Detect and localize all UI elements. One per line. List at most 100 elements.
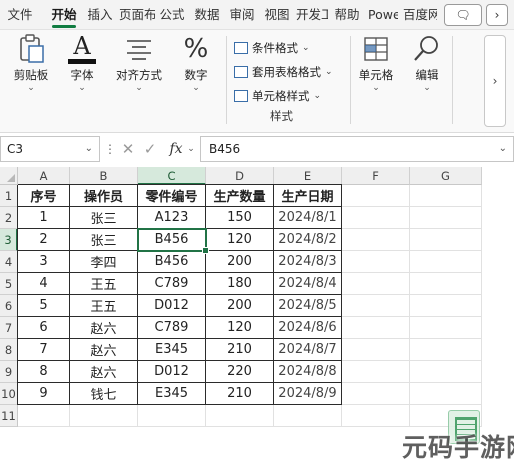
cell-b2[interactable]: 张三 [70, 207, 138, 229]
column-header-e[interactable]: E [274, 167, 342, 185]
expand-formula-icon[interactable]: ⌄ [499, 137, 507, 161]
cell-b6[interactable]: 王五 [70, 295, 138, 317]
cell-f10[interactable] [342, 383, 410, 405]
cell-d11[interactable] [206, 405, 274, 427]
cell-d1[interactable]: 生产数量 [206, 185, 274, 207]
cell-f8[interactable] [342, 339, 410, 361]
cell-e1[interactable]: 生产日期 [274, 185, 342, 207]
cell-g6[interactable] [410, 295, 482, 317]
cell-f3[interactable] [342, 229, 410, 251]
cell-e5[interactable]: 2024/8/4 [274, 273, 342, 295]
row-header-1[interactable]: 1 [0, 185, 18, 207]
cell-e4[interactable]: 2024/8/3 [274, 251, 342, 273]
cell-a4[interactable]: 3 [18, 251, 70, 273]
clipboard-group[interactable]: 剪贴板 ⌄ [8, 34, 54, 93]
cell-d5[interactable]: 180 [206, 273, 274, 295]
row-header-4[interactable]: 4 [0, 251, 18, 273]
cell-d3[interactable]: 120 [206, 229, 274, 251]
tab-developer[interactable]: 开发工具 [296, 0, 328, 30]
cell-c5[interactable]: C789 [138, 273, 206, 295]
row-header-11[interactable]: 11 [0, 405, 18, 427]
row-header-5[interactable]: 5 [0, 273, 18, 295]
drag-handle-icon[interactable]: ⋮ [104, 136, 116, 162]
cell-d7[interactable]: 120 [206, 317, 274, 339]
tab-power-pivot[interactable]: Power Pivot [368, 0, 398, 30]
cell-b10[interactable]: 钱七 [70, 383, 138, 405]
column-header-f[interactable]: F [342, 167, 410, 185]
cell-styles-button[interactable]: 单元格样式 ⌄ [234, 86, 321, 106]
row-header-6[interactable]: 6 [0, 295, 18, 317]
cells-group[interactable]: 单元格 ⌄ [354, 34, 398, 93]
cell-b1[interactable]: 操作员 [70, 185, 138, 207]
column-header-b[interactable]: B [70, 167, 138, 185]
cell-a2[interactable]: 1 [18, 207, 70, 229]
editing-group[interactable]: 编辑 ⌄ [406, 34, 448, 93]
tab-insert[interactable]: 插入 [84, 0, 116, 30]
cell-c2[interactable]: A123 [138, 207, 206, 229]
cell-e11[interactable] [274, 405, 342, 427]
tab-help[interactable]: 帮助 [331, 0, 363, 30]
cell-e10[interactable]: 2024/8/9 [274, 383, 342, 405]
cell-b8[interactable]: 赵六 [70, 339, 138, 361]
tab-scroll-right-button[interactable]: › [486, 4, 508, 26]
cell-c3[interactable]: B456 [138, 229, 206, 251]
row-header-3[interactable]: 3 [0, 229, 18, 251]
column-header-a[interactable]: A [18, 167, 70, 185]
name-box[interactable]: C3 ⌄ [0, 136, 100, 162]
cell-f5[interactable] [342, 273, 410, 295]
cell-f6[interactable] [342, 295, 410, 317]
comments-button[interactable]: 🗨 [444, 4, 482, 26]
column-header-c[interactable]: C [138, 167, 206, 185]
cell-b9[interactable]: 赵六 [70, 361, 138, 383]
cancel-icon[interactable]: ✕ [118, 136, 138, 162]
cell-f2[interactable] [342, 207, 410, 229]
worksheet-grid[interactable]: A B C D E F G 1 2 3 4 5 6 7 8 9 10 11 序号 操作员 零件编号 生产数量 生产日期 1 张三… [0, 167, 514, 472]
cell-c10[interactable]: E345 [138, 383, 206, 405]
cell-g3[interactable] [410, 229, 482, 251]
cell-e7[interactable]: 2024/8/6 [274, 317, 342, 339]
number-group[interactable]: % 数字 ⌄ [176, 34, 216, 93]
cell-g10[interactable] [410, 383, 482, 405]
tab-review[interactable]: 审阅 [226, 0, 258, 30]
cell-g9[interactable] [410, 361, 482, 383]
cell-e3[interactable]: 2024/8/2 [274, 229, 342, 251]
tab-baidu-netdisk[interactable]: 百度网盘 [403, 0, 437, 30]
cell-e2[interactable]: 2024/8/1 [274, 207, 342, 229]
cell-a3[interactable]: 2 [18, 229, 70, 251]
select-all-button[interactable] [0, 167, 18, 185]
cell-g2[interactable] [410, 207, 482, 229]
cell-a1[interactable]: 序号 [18, 185, 70, 207]
cell-c1[interactable]: 零件编号 [138, 185, 206, 207]
tab-formulas[interactable]: 公式 [156, 0, 188, 30]
cell-g7[interactable] [410, 317, 482, 339]
tab-page-layout[interactable]: 页面布局 [119, 0, 155, 30]
cell-c7[interactable]: C789 [138, 317, 206, 339]
chevron-down-icon[interactable]: ⌄ [186, 136, 196, 162]
conditional-formatting-button[interactable]: 条件格式 ⌄ [234, 38, 310, 58]
cell-f11[interactable] [342, 405, 410, 427]
cell-b4[interactable]: 李四 [70, 251, 138, 273]
row-header-10[interactable]: 10 [0, 383, 18, 405]
cell-c6[interactable]: D012 [138, 295, 206, 317]
cell-c4[interactable]: B456 [138, 251, 206, 273]
cell-e9[interactable]: 2024/8/8 [274, 361, 342, 383]
cell-d8[interactable]: 210 [206, 339, 274, 361]
cell-a11[interactable] [18, 405, 70, 427]
chevron-down-icon[interactable]: ⌄ [85, 137, 93, 161]
column-header-g[interactable]: G [410, 167, 482, 185]
cell-d9[interactable]: 220 [206, 361, 274, 383]
insert-function-icon[interactable]: fx [164, 136, 188, 162]
row-header-9[interactable]: 9 [0, 361, 18, 383]
cell-a8[interactable]: 7 [18, 339, 70, 361]
cell-b11[interactable] [70, 405, 138, 427]
cell-e6[interactable]: 2024/8/5 [274, 295, 342, 317]
cell-d6[interactable]: 200 [206, 295, 274, 317]
cell-g1[interactable] [410, 185, 482, 207]
ribbon-scroll-right-button[interactable]: › [484, 35, 506, 127]
column-header-d[interactable]: D [206, 167, 274, 185]
cell-c11[interactable] [138, 405, 206, 427]
tab-data[interactable]: 数据 [191, 0, 223, 30]
tab-home[interactable]: 开始 [48, 0, 80, 30]
tab-file[interactable]: 文件 [2, 0, 38, 30]
cell-g5[interactable] [410, 273, 482, 295]
